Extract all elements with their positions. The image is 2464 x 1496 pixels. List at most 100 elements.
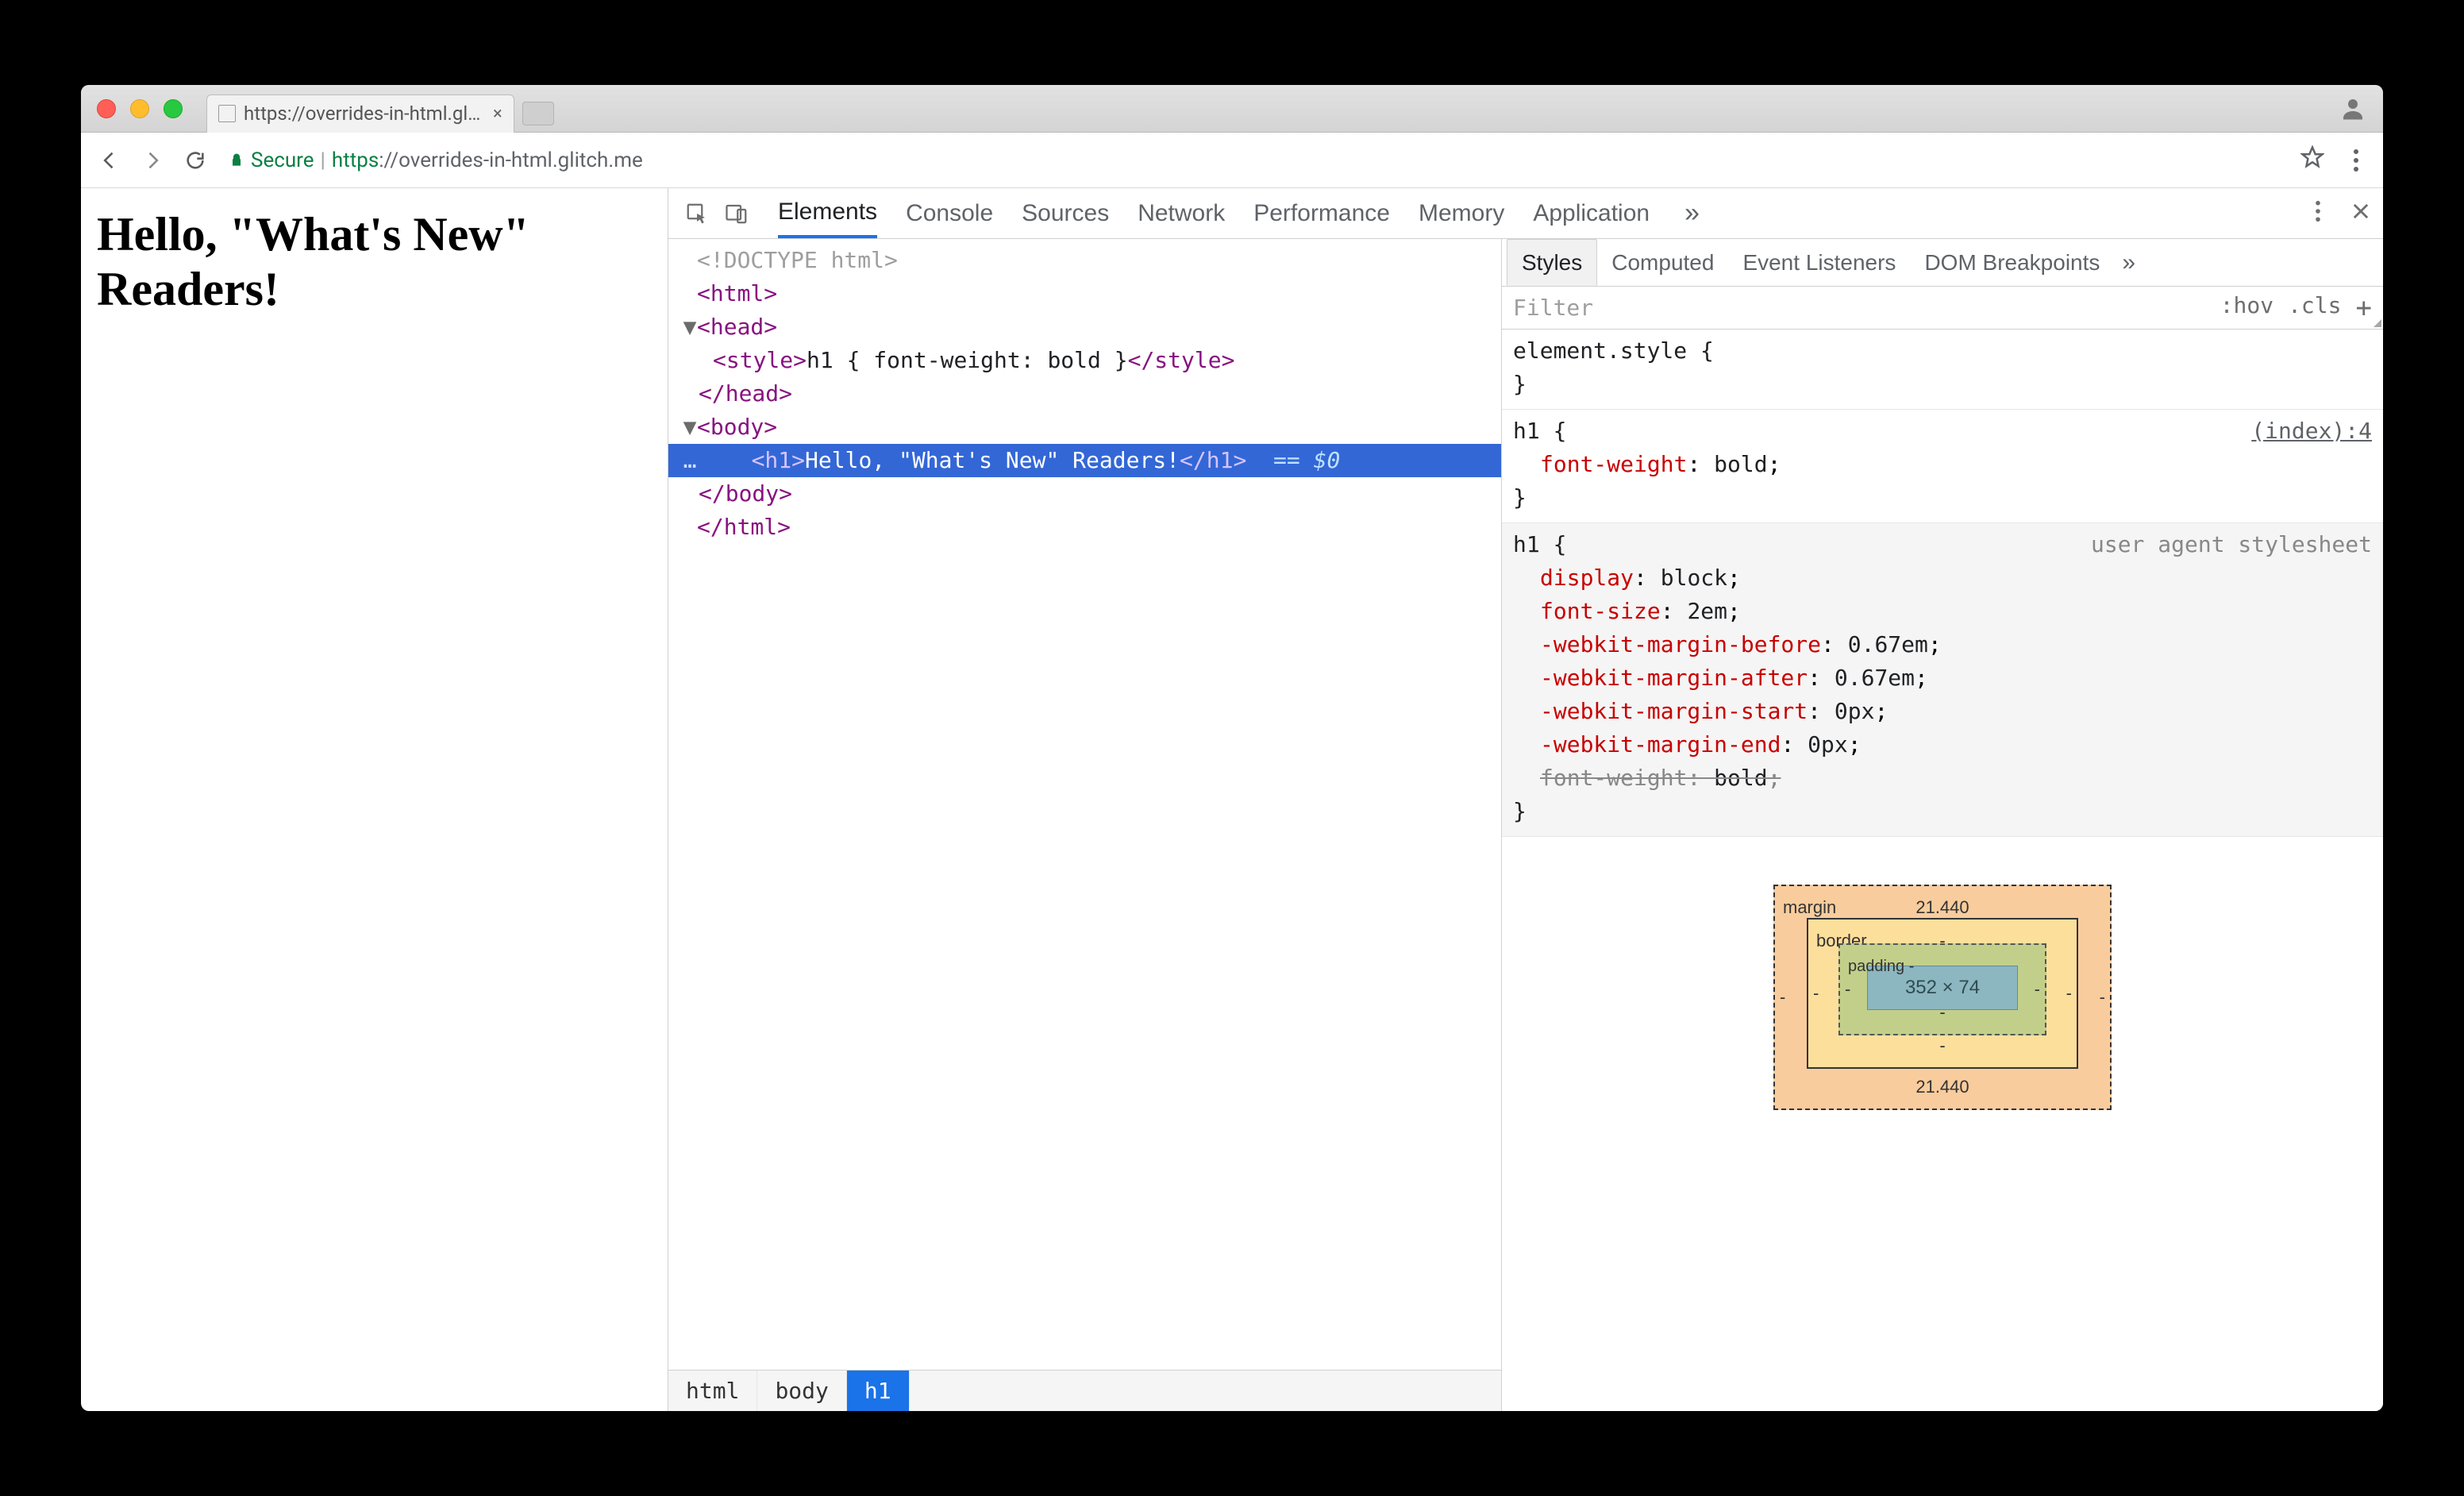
tree-head-open[interactable]: ▼<head> [668, 310, 1501, 344]
star-icon [2300, 145, 2324, 169]
window-min-button[interactable] [130, 99, 149, 118]
address-bar: Secure | https://overrides-in-html.glitc… [81, 133, 2383, 188]
tab-bar: https://overrides-in-html.glitch × [81, 85, 2383, 133]
secure-badge: Secure [229, 148, 314, 172]
styles-filter-row: Filter :hov .cls + [1502, 287, 2383, 330]
rule-element-style[interactable]: element.style { } [1502, 330, 2383, 410]
new-style-rule-button[interactable]: + [2356, 292, 2372, 324]
tab-performance[interactable]: Performance [1253, 188, 1390, 238]
border-left-value: - [1813, 977, 1819, 1010]
padding-right-value: - [2035, 973, 2040, 1006]
page-heading: Hello, "What's New" Readers! [97, 207, 652, 317]
browser-window: https://overrides-in-html.glitch × Secur… [81, 85, 2383, 1411]
elements-tree[interactable]: <!DOCTYPE html> <html> ▼<head> <style>h1… [668, 239, 1501, 1370]
tab-sources[interactable]: Sources [1022, 188, 1109, 238]
devtools-right-controls [2307, 200, 2372, 226]
new-tab-button[interactable] [522, 102, 554, 125]
window-close-button[interactable] [97, 99, 116, 118]
styles-pane: Styles Computed Event Listeners DOM Brea… [1502, 239, 2383, 1411]
forward-button[interactable] [135, 143, 170, 178]
devtools-body: <!DOCTYPE html> <html> ▼<head> <style>h1… [668, 239, 2383, 1411]
profile-icon[interactable] [2339, 94, 2367, 123]
margin-right-value: - [2100, 981, 2105, 1014]
crumb-h1[interactable]: h1 [847, 1371, 910, 1411]
padding-bottom-value: - [1939, 996, 1945, 1029]
devtools-toolbar: Elements Console Sources Network Perform… [668, 188, 2383, 239]
window-controls [97, 99, 183, 118]
pointer-icon [685, 202, 709, 226]
padding-label: padding - [1848, 950, 1914, 983]
devtools-close-button[interactable] [2350, 200, 2372, 226]
tree-selected-h1[interactable]: … <h1>Hello, "What's New" Readers!</h1> … [668, 444, 1501, 477]
reload-button[interactable] [178, 143, 213, 178]
boxmodel-border[interactable]: border - - - - padding - - - [1807, 918, 2078, 1069]
rule-origin-link[interactable]: (index):4 [2251, 414, 2372, 448]
styles-tabs-overflow[interactable]: » [2114, 249, 2143, 276]
chrome-menu-button[interactable] [2340, 148, 2372, 172]
tree-style-line[interactable]: <style>h1 { font-weight: bold }</style> [668, 344, 1501, 377]
tab-event-listeners[interactable]: Event Listeners [1728, 239, 1910, 286]
selection-gutter: … [668, 444, 711, 477]
devtools-tabs: Elements Console Sources Network Perform… [778, 188, 1706, 238]
rule-h1-author[interactable]: (index):4 h1 { font-weight: bold; } [1502, 410, 2383, 523]
secure-label: Secure [251, 148, 314, 172]
tab-dom-breakpoints[interactable]: DOM Breakpoints [1910, 239, 2114, 286]
tree-html-open[interactable]: <html> [668, 277, 1501, 310]
styles-filter-input[interactable]: Filter [1502, 295, 2220, 321]
devices-icon [725, 202, 749, 226]
bookmark-button[interactable] [2300, 145, 2324, 175]
tab-application[interactable]: Application [1533, 188, 1650, 238]
kebab-icon [2353, 148, 2359, 172]
margin-bottom-value: 21.440 [1915, 1070, 1969, 1104]
url-box[interactable]: Secure | https://overrides-in-html.glitc… [221, 141, 2332, 180]
arrow-left-icon [98, 149, 121, 172]
tab-close-icon[interactable]: × [493, 104, 502, 124]
border-right-value: - [2066, 977, 2072, 1010]
boxmodel-padding[interactable]: padding - - - - 352 × 74 [1838, 943, 2046, 1035]
hov-toggle[interactable]: :hov [2220, 292, 2273, 324]
tabs-overflow-button[interactable]: » [1678, 198, 1706, 229]
reload-icon [184, 149, 206, 172]
lock-icon [229, 152, 244, 168]
styles-filter-actions: :hov .cls + [2220, 292, 2383, 324]
browser-tab[interactable]: https://overrides-in-html.glitch × [206, 94, 514, 133]
url-separator: | [321, 148, 325, 172]
content-area: Hello, "What's New" Readers! Elements Co… [81, 188, 2383, 1411]
tree-body-open[interactable]: ▼<body> [668, 411, 1501, 444]
styles-tabs: Styles Computed Event Listeners DOM Brea… [1502, 239, 2383, 287]
inspect-element-button[interactable] [680, 196, 714, 231]
boxmodel-margin[interactable]: margin 21.440 21.440 - - border - - - [1773, 885, 2112, 1110]
elements-tree-pane: <!DOCTYPE html> <html> ▼<head> <style>h1… [668, 239, 1502, 1411]
close-icon [2350, 200, 2372, 222]
arrow-right-icon [141, 149, 164, 172]
resizer-icon[interactable] [2374, 319, 2381, 327]
tab-network[interactable]: Network [1138, 188, 1225, 238]
tree-html-close[interactable]: </html> [668, 511, 1501, 544]
devtools-menu-button[interactable] [2307, 200, 2329, 226]
margin-left-value: - [1780, 981, 1785, 1014]
device-toolbar-button[interactable] [719, 196, 754, 231]
crumb-html[interactable]: html [668, 1371, 757, 1411]
cls-toggle[interactable]: .cls [2288, 292, 2341, 324]
rule-h1-ua[interactable]: user agent stylesheet h1 { display: bloc… [1502, 523, 2383, 837]
url-text: https://overrides-in-html.glitch.me [332, 148, 643, 172]
tree-body-close[interactable]: </body> [668, 477, 1501, 511]
tree-doctype[interactable]: <!DOCTYPE html> [668, 244, 1501, 277]
padding-left-value: - [1845, 973, 1850, 1006]
page-viewport: Hello, "What's New" Readers! [81, 188, 668, 1411]
tab-console[interactable]: Console [906, 188, 993, 238]
kebab-icon [2307, 200, 2329, 222]
tree-head-close[interactable]: </head> [668, 377, 1501, 411]
box-model-diagram: margin 21.440 21.440 - - border - - - [1502, 837, 2383, 1142]
tab-computed[interactable]: Computed [1597, 239, 1728, 286]
file-icon [218, 105, 236, 122]
tab-memory[interactable]: Memory [1419, 188, 1504, 238]
tab-elements[interactable]: Elements [778, 188, 877, 238]
styles-rule-list: element.style { } (index):4 h1 { font-we… [1502, 330, 2383, 1411]
back-button[interactable] [92, 143, 127, 178]
rule-origin-ua: user agent stylesheet [2091, 528, 2372, 561]
devtools: Elements Console Sources Network Perform… [668, 188, 2383, 1411]
window-max-button[interactable] [164, 99, 183, 118]
crumb-body[interactable]: body [757, 1371, 846, 1411]
tab-styles[interactable]: Styles [1507, 239, 1597, 286]
